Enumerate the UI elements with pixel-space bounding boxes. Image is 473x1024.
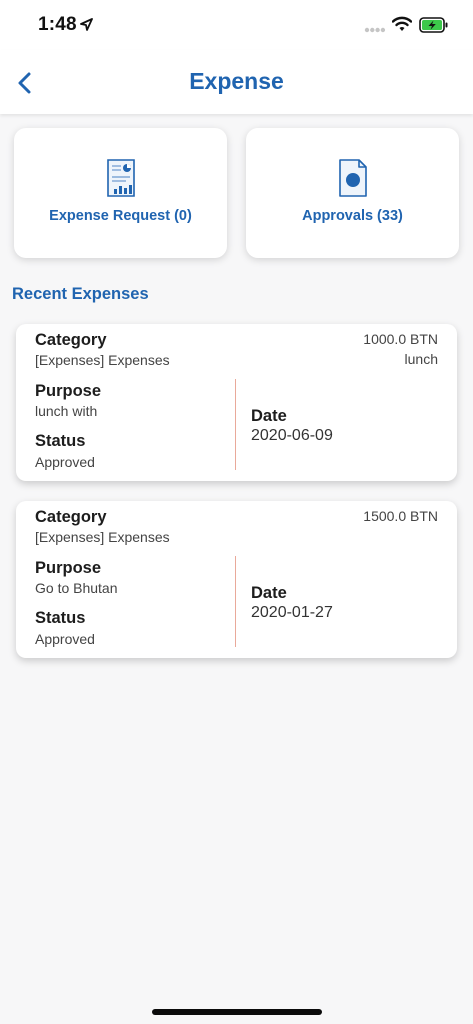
status-value: Approved [35,454,95,470]
date-value: 2020-01-27 [251,604,333,621]
date-label: Date [251,584,287,602]
approvals-tile[interactable]: Approvals (33) [246,128,459,258]
expense-card[interactable]: Category [Expenses] Expenses 1500.0 BTN … [16,501,457,658]
status-label: Status [35,432,86,450]
status-bar: 1:48 [0,0,473,50]
report-document-icon [106,159,135,197]
purpose-label: Purpose [35,382,102,400]
expense-request-label: Expense Request (0) [49,208,192,224]
date-label: Date [251,407,287,425]
battery-charging-icon [419,17,448,33]
purpose-label: Purpose [35,559,102,577]
card-divider [235,556,236,647]
expense-card[interactable]: Category [Expenses] Expenses 1000.0 BTN … [16,324,457,481]
wifi-icon [392,16,412,31]
purpose-value: lunch with [35,403,98,419]
category-label: Category [35,508,107,526]
recent-expenses-heading: Recent Expenses [12,285,149,303]
location-arrow-icon [80,18,93,31]
status-label: Status [35,609,86,627]
amount-value: 1000.0 BTN [363,331,438,347]
expense-note: lunch [404,351,438,367]
approvals-label: Approvals (33) [302,208,403,224]
purpose-value: Go to Bhutan [35,580,118,596]
card-divider [235,379,236,470]
category-value: [Expenses] Expenses [35,352,170,368]
category-label: Category [35,331,107,349]
home-indicator[interactable] [152,1009,322,1015]
expense-request-tile[interactable]: Expense Request (0) [14,128,227,258]
status-time: 1:48 [38,14,77,35]
approval-document-icon [338,159,367,197]
status-value: Approved [35,631,95,647]
page-title: Expense [189,68,284,94]
navigation-header: Expense [0,50,473,114]
category-value: [Expenses] Expenses [35,529,170,545]
amount-value: 1500.0 BTN [363,508,438,524]
cellular-signal-icon [364,27,386,33]
date-value: 2020-06-09 [251,427,333,444]
